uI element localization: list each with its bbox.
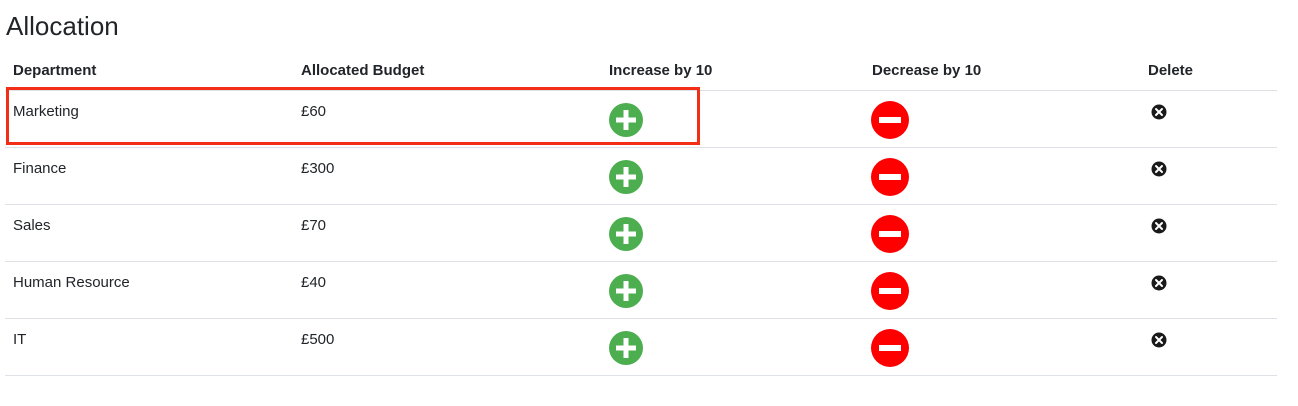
plus-circle-icon[interactable] xyxy=(608,330,644,366)
minus-circle-icon[interactable] xyxy=(871,329,909,367)
table-row: Finance £300 xyxy=(5,147,1277,205)
x-circle-icon[interactable] xyxy=(1151,275,1167,291)
x-circle-icon[interactable] xyxy=(1151,161,1167,177)
minus-circle-icon[interactable] xyxy=(871,272,909,310)
header-delete: Delete xyxy=(1140,51,1277,91)
department-name: Marketing xyxy=(13,103,79,120)
plus-circle-icon[interactable] xyxy=(608,159,644,195)
allocated-budget: £60 xyxy=(301,103,327,120)
table-row: Sales £70 xyxy=(5,204,1277,262)
table-row: Human Resource £40 xyxy=(5,261,1277,319)
table-row: IT £500 xyxy=(5,318,1277,376)
x-circle-icon[interactable] xyxy=(1151,104,1167,120)
minus-circle-icon[interactable] xyxy=(871,158,909,196)
page-title: Allocation xyxy=(6,11,119,41)
allocation-table: Department Allocated Budget Increase by … xyxy=(5,51,1277,376)
allocated-budget: £40 xyxy=(301,274,327,291)
allocated-budget: £300 xyxy=(301,160,335,177)
table-row: Marketing £60 xyxy=(5,90,1277,148)
header-decrease: Decrease by 10 xyxy=(864,51,1140,91)
header-allocated-budget: Allocated Budget xyxy=(293,51,601,91)
department-name: Finance xyxy=(13,160,67,177)
allocated-budget: £70 xyxy=(301,217,327,234)
table-header-row: Department Allocated Budget Increase by … xyxy=(5,51,1277,91)
x-circle-icon[interactable] xyxy=(1151,218,1167,234)
plus-circle-icon[interactable] xyxy=(608,216,644,252)
department-name: IT xyxy=(13,331,27,348)
department-name: Sales xyxy=(13,217,51,234)
header-department: Department xyxy=(5,51,293,91)
minus-circle-icon[interactable] xyxy=(871,101,909,139)
minus-circle-icon[interactable] xyxy=(871,215,909,253)
plus-circle-icon[interactable] xyxy=(608,102,644,138)
x-circle-icon[interactable] xyxy=(1151,332,1167,348)
department-name: Human Resource xyxy=(13,274,130,291)
allocated-budget: £500 xyxy=(301,331,335,348)
header-increase: Increase by 10 xyxy=(601,51,864,91)
plus-circle-icon[interactable] xyxy=(608,273,644,309)
